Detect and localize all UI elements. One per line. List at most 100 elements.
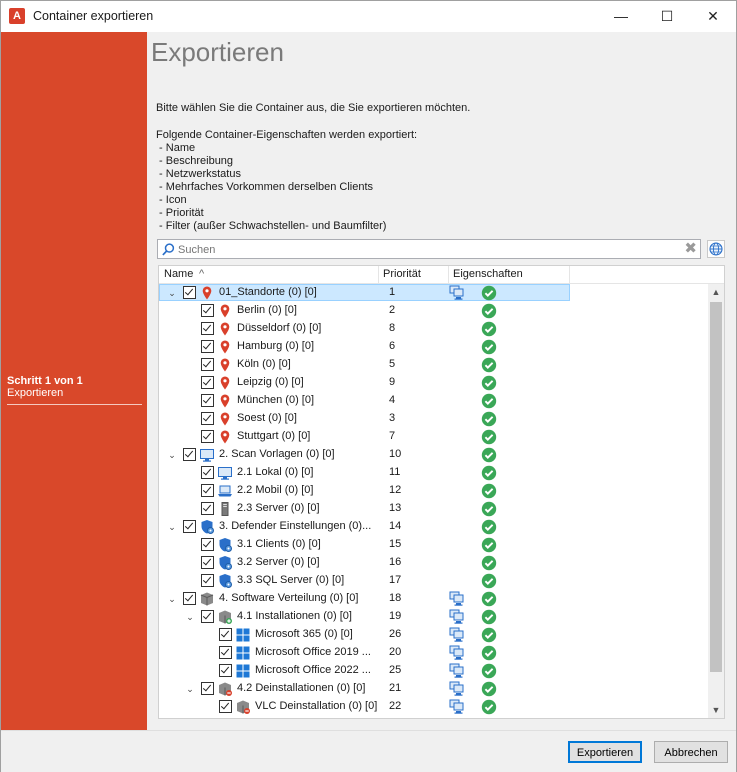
tree-row[interactable]: München (0) [0] 4 bbox=[159, 392, 708, 410]
title-bar: A Container exportieren — ☐ ✕ bbox=[1, 1, 736, 32]
tree-row[interactable]: ⌄ 3. Defender Einstellungen (0)... 14 bbox=[159, 518, 708, 536]
tree-row[interactable]: Microsoft 365 (0) [0] 26 bbox=[159, 626, 708, 644]
tree-row[interactable]: Soest (0) [0] 3 bbox=[159, 410, 708, 428]
row-checkbox[interactable] bbox=[201, 682, 214, 695]
row-label: 3.2 Server (0) [0] bbox=[237, 556, 320, 568]
close-button[interactable]: ✕ bbox=[690, 1, 736, 32]
search-input[interactable] bbox=[176, 241, 680, 259]
cancel-button[interactable]: Abbrechen bbox=[654, 741, 728, 763]
column-properties-header[interactable]: Eigenschaften bbox=[453, 268, 523, 280]
tree-row[interactable]: Düsseldorf (0) [0] 8 bbox=[159, 320, 708, 338]
vertical-scrollbar[interactable]: ▲ ▼ bbox=[708, 284, 724, 718]
row-checkbox[interactable] bbox=[201, 304, 214, 317]
expand-chevron-icon[interactable]: ⌄ bbox=[185, 612, 195, 622]
export-dialog: A Container exportieren — ☐ ✕ Schritt 1 … bbox=[0, 0, 737, 772]
row-checkbox[interactable] bbox=[201, 376, 214, 389]
row-checkbox[interactable] bbox=[201, 610, 214, 623]
expand-chevron-icon[interactable]: ⌄ bbox=[167, 522, 177, 532]
row-label: 2.3 Server (0) [0] bbox=[237, 502, 320, 514]
row-priority: 15 bbox=[389, 538, 402, 550]
row-priority: 8 bbox=[389, 322, 396, 334]
search-box: ✖ bbox=[157, 239, 701, 259]
tree-row[interactable]: 2.2 Mobil (0) [0] 12 bbox=[159, 482, 708, 500]
step-underline bbox=[7, 404, 142, 405]
row-priority: 1 bbox=[389, 286, 396, 298]
tree-row[interactable]: ⌄ 4.2 Deinstallationen (0) [0] 21 bbox=[159, 680, 708, 698]
row-checkbox[interactable] bbox=[201, 466, 214, 479]
location-pin-icon bbox=[220, 304, 230, 318]
scroll-down-arrow-icon[interactable]: ▼ bbox=[708, 702, 724, 718]
network-globe-icon[interactable] bbox=[707, 240, 725, 258]
laptop-icon bbox=[218, 485, 232, 497]
tree-row[interactable]: VLC Deinstallation (0) [0] 22 bbox=[159, 698, 708, 716]
computers-icon bbox=[449, 699, 464, 714]
tree-row[interactable]: 3.3 SQL Server (0) [0] 17 bbox=[159, 572, 708, 590]
row-priority: 25 bbox=[389, 664, 402, 676]
tree-row[interactable]: ⌄ 01_Standorte (0) [0] 1 bbox=[159, 284, 708, 302]
expand-chevron-icon[interactable]: ⌄ bbox=[167, 450, 177, 460]
row-checkbox[interactable] bbox=[201, 538, 214, 551]
shield-gear-icon bbox=[219, 556, 232, 570]
export-button[interactable]: Exportieren bbox=[568, 741, 642, 763]
check-circle-icon bbox=[481, 465, 497, 481]
column-name-header[interactable]: Name bbox=[164, 268, 193, 280]
row-checkbox[interactable] bbox=[201, 502, 214, 515]
tree-row[interactable]: Microsoft Office 2022 ... 25 bbox=[159, 662, 708, 680]
row-checkbox[interactable] bbox=[201, 340, 214, 353]
row-checkbox[interactable] bbox=[201, 574, 214, 587]
row-checkbox[interactable] bbox=[201, 322, 214, 335]
tree-row[interactable]: ⌄ 4.1 Installationen (0) [0] 19 bbox=[159, 608, 708, 626]
location-pin-icon bbox=[220, 358, 230, 372]
maximize-button[interactable]: ☐ bbox=[644, 1, 690, 32]
row-label: Leipzig (0) [0] bbox=[237, 376, 304, 388]
tree-row[interactable]: Stuttgart (0) [0] 7 bbox=[159, 428, 708, 446]
tree-row[interactable]: Microsoft Office 2019 ... 20 bbox=[159, 644, 708, 662]
row-checkbox[interactable] bbox=[201, 484, 214, 497]
scroll-up-arrow-icon[interactable]: ▲ bbox=[708, 284, 724, 300]
row-checkbox[interactable] bbox=[183, 592, 196, 605]
row-priority: 11 bbox=[389, 466, 401, 478]
step-name: Exportieren bbox=[7, 387, 64, 399]
computers-icon bbox=[449, 609, 464, 624]
tree-row[interactable]: 3.1 Clients (0) [0] 15 bbox=[159, 536, 708, 554]
properties-heading: Folgende Container-Eigenschaften werden … bbox=[156, 129, 418, 141]
row-checkbox[interactable] bbox=[201, 556, 214, 569]
property-item: - Priorität bbox=[156, 207, 204, 219]
check-circle-icon bbox=[481, 645, 497, 661]
tree-row[interactable]: Hamburg (0) [0] 6 bbox=[159, 338, 708, 356]
row-label: Hamburg (0) [0] bbox=[237, 340, 315, 352]
tree-row[interactable]: Berlin (0) [0] 2 bbox=[159, 302, 708, 320]
expand-chevron-icon[interactable]: ⌄ bbox=[167, 288, 177, 298]
column-priority-header[interactable]: Priorität bbox=[383, 268, 421, 280]
row-checkbox[interactable] bbox=[219, 628, 232, 641]
row-checkbox[interactable] bbox=[219, 664, 232, 677]
row-label: 2.2 Mobil (0) [0] bbox=[237, 484, 314, 496]
row-priority: 16 bbox=[389, 556, 402, 568]
row-checkbox[interactable] bbox=[201, 430, 214, 443]
clear-search-icon[interactable]: ✖ bbox=[684, 240, 697, 258]
tree-row[interactable]: Köln (0) [0] 5 bbox=[159, 356, 708, 374]
row-checkbox[interactable] bbox=[183, 448, 196, 461]
row-checkbox[interactable] bbox=[201, 412, 214, 425]
minimize-button[interactable]: — bbox=[598, 1, 644, 32]
scroll-thumb[interactable] bbox=[710, 302, 722, 672]
expand-chevron-icon[interactable]: ⌄ bbox=[167, 594, 177, 604]
tree-row[interactable]: Leipzig (0) [0] 9 bbox=[159, 374, 708, 392]
properties-list: Folgende Container-Eigenschaften werden … bbox=[156, 129, 417, 233]
expand-chevron-icon[interactable]: ⌄ bbox=[185, 684, 195, 694]
row-priority: 10 bbox=[389, 448, 402, 460]
tree-row[interactable]: 2.3 Server (0) [0] 13 bbox=[159, 500, 708, 518]
tree-row[interactable]: ⌄ 4. Software Verteilung (0) [0] 18 bbox=[159, 590, 708, 608]
tree-row[interactable]: 3.2 Server (0) [0] 16 bbox=[159, 554, 708, 572]
row-checkbox[interactable] bbox=[183, 286, 196, 299]
row-label: Microsoft Office 2019 ... bbox=[255, 646, 371, 658]
check-circle-icon bbox=[481, 663, 497, 679]
row-checkbox[interactable] bbox=[201, 358, 214, 371]
tree-row[interactable]: ⌄ 2. Scan Vorlagen (0) [0] 10 bbox=[159, 446, 708, 464]
row-checkbox[interactable] bbox=[201, 394, 214, 407]
row-checkbox[interactable] bbox=[183, 520, 196, 533]
row-checkbox[interactable] bbox=[219, 700, 232, 713]
row-checkbox[interactable] bbox=[219, 646, 232, 659]
tree-row[interactable]: 2.1 Lokal (0) [0] 11 bbox=[159, 464, 708, 482]
row-label: 3.3 SQL Server (0) [0] bbox=[237, 574, 345, 586]
